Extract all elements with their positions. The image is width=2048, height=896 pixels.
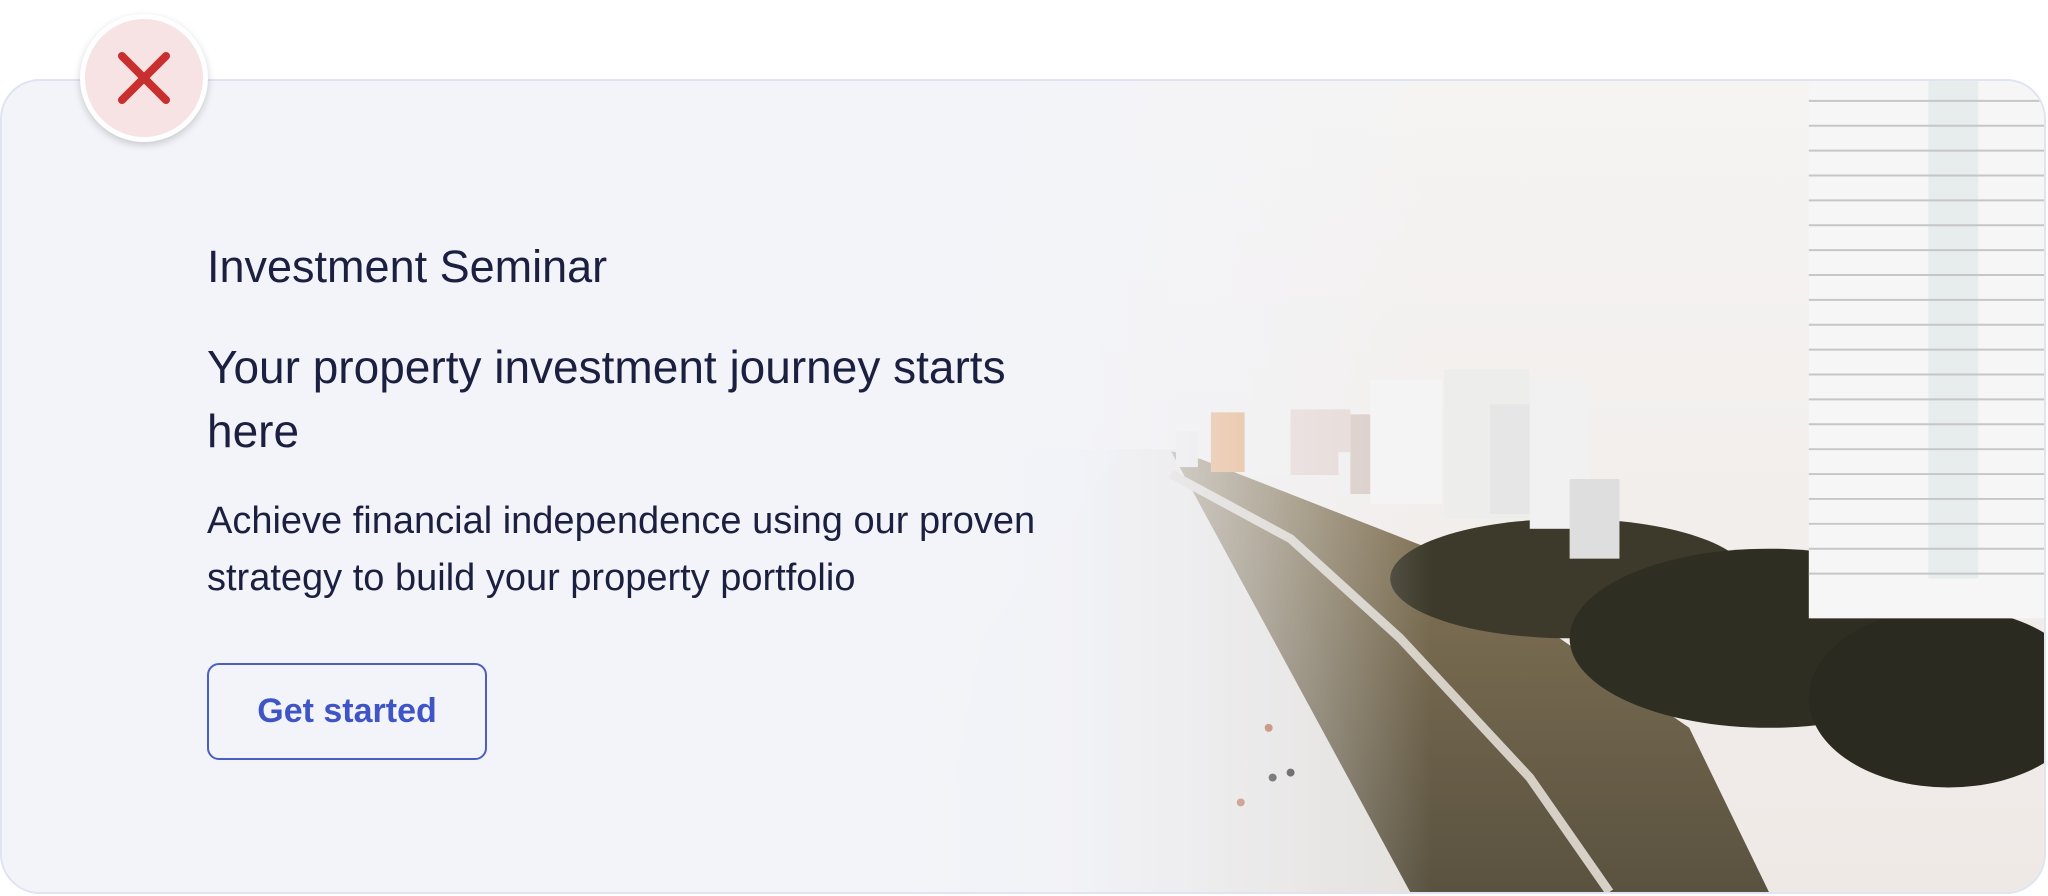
headline: Your property investment journey starts … bbox=[207, 341, 1006, 457]
close-icon bbox=[118, 52, 170, 104]
promo-card: Investment Seminar Your property investm… bbox=[0, 79, 2046, 894]
close-button[interactable] bbox=[80, 14, 208, 142]
banner-content: Investment Seminar Your property investm… bbox=[207, 239, 1087, 760]
subtext: Achieve financial independence using our… bbox=[207, 500, 1036, 599]
get-started-button[interactable]: Get started bbox=[207, 663, 487, 760]
eyebrow-title: Investment Seminar bbox=[207, 241, 608, 292]
